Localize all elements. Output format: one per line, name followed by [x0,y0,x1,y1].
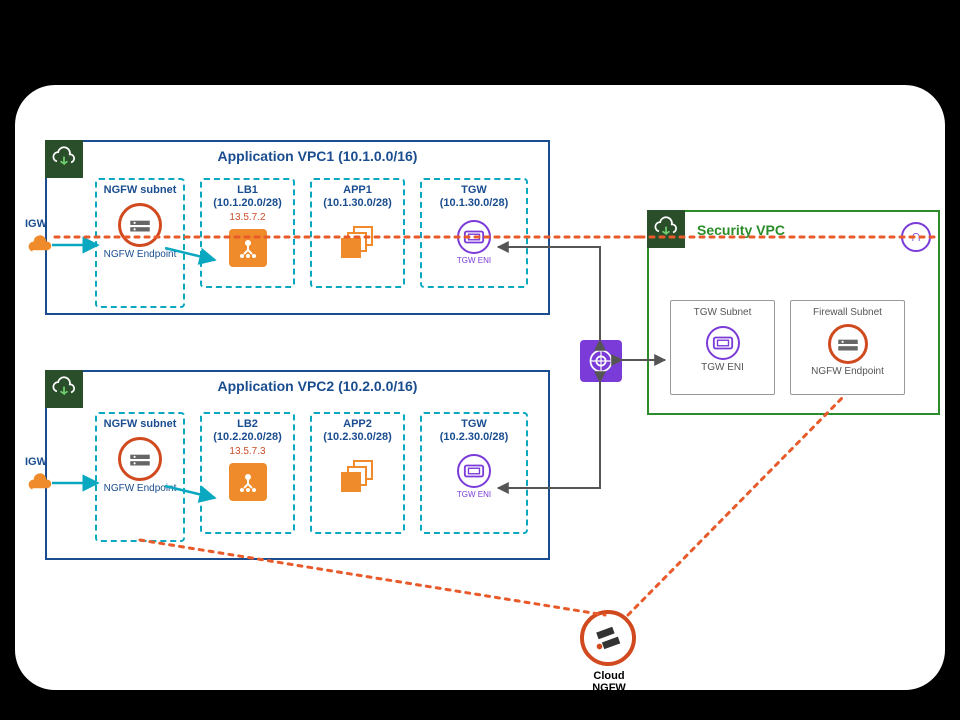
ngfw-endpoint-label: NGFW Endpoint [97,249,183,260]
sec-tgw-subnet: TGW Subnet TGW ENI [670,300,775,395]
vpc-icon [45,140,83,178]
app1-title: APP1(10.1.30.0/28) [312,180,403,212]
lb1-eip: 13.5.7.2 [202,212,293,223]
tgw-subnet-label: TGW Subnet [675,307,770,318]
cloud-ngfw-label: Cloud NGFW [586,670,632,694]
vpc2-ngfw-subnet: NGFW subnet NGFW Endpoint [95,412,185,542]
vpc1-ngfw-subnet: NGFW subnet NGFW Endpoint [95,178,185,308]
tgw-eni-icon [457,220,491,254]
sec-fw-subnet: Firewall Subnet NGFW Endpoint [790,300,905,395]
app2-title: APP2(10.2.30.0/28) [312,414,403,446]
tgw-eni-icon [457,454,491,488]
vpc-icon [647,210,685,248]
ngfw-endpoint-icon [828,324,868,364]
vpc-icon [45,370,83,408]
vpc1-lb-subnet: LB1(10.1.20.0/28) 13.5.7.2 [200,178,295,288]
load-balancer-icon [229,463,267,501]
tgw1-title: TGW(10.1.30.0/28) [422,180,526,212]
tgw2-title: TGW(10.2.30.0/28) [422,414,526,446]
vpc1-tgw-subnet: TGW(10.1.30.0/28) TGW ENI [420,178,528,288]
vpc2-igw-label: IGW [25,456,47,468]
tgw-eni-icon [706,326,740,360]
internet-cloud-icon [25,472,55,496]
vpc2-title: Application VPC2 (10.2.0.0/16) [47,372,548,394]
transit-gateway-icon [580,340,622,382]
ngfw-subnet-label: NGFW subnet [97,414,183,433]
sec-ngfw-endpoint-label: NGFW Endpoint [795,366,900,377]
app-servers-icon [341,226,375,260]
vpc1-igw-label: IGW [25,218,47,230]
netskope-icon: ∩ [901,222,931,252]
lb1-title: LB1(10.1.20.0/28) [202,180,293,212]
vpc1-title: Application VPC1 (10.1.0.0/16) [47,142,548,164]
ngfw-endpoint-icon [118,437,162,481]
tgw1-eni-label: TGW ENI [422,256,526,265]
app-servers-icon [341,460,375,494]
vpc2-app-subnet: APP2(10.2.30.0/28) [310,412,405,534]
tgw2-eni-label: TGW ENI [422,490,526,499]
lb2-title: LB2(10.2.20.0/28) [202,414,293,446]
internet-cloud-icon [25,234,55,258]
cloud-ngfw-icon [580,610,636,666]
ngfw-endpoint-label: NGFW Endpoint [97,483,183,494]
load-balancer-icon [229,229,267,267]
sec-tgw-eni-label: TGW ENI [675,362,770,373]
vpc2-lb-subnet: LB2(10.2.20.0/28) 13.5.7.3 [200,412,295,534]
lb2-eip: 13.5.7.3 [202,446,293,457]
vpc1-app-subnet: APP1(10.1.30.0/28) [310,178,405,288]
vpc2-tgw-subnet: TGW(10.2.30.0/28) TGW ENI [420,412,528,534]
ngfw-endpoint-icon [118,203,162,247]
ngfw-subnet-label: NGFW subnet [97,180,183,199]
secvpc-title: Security VPC [649,212,938,238]
fw-subnet-label: Firewall Subnet [795,307,900,318]
